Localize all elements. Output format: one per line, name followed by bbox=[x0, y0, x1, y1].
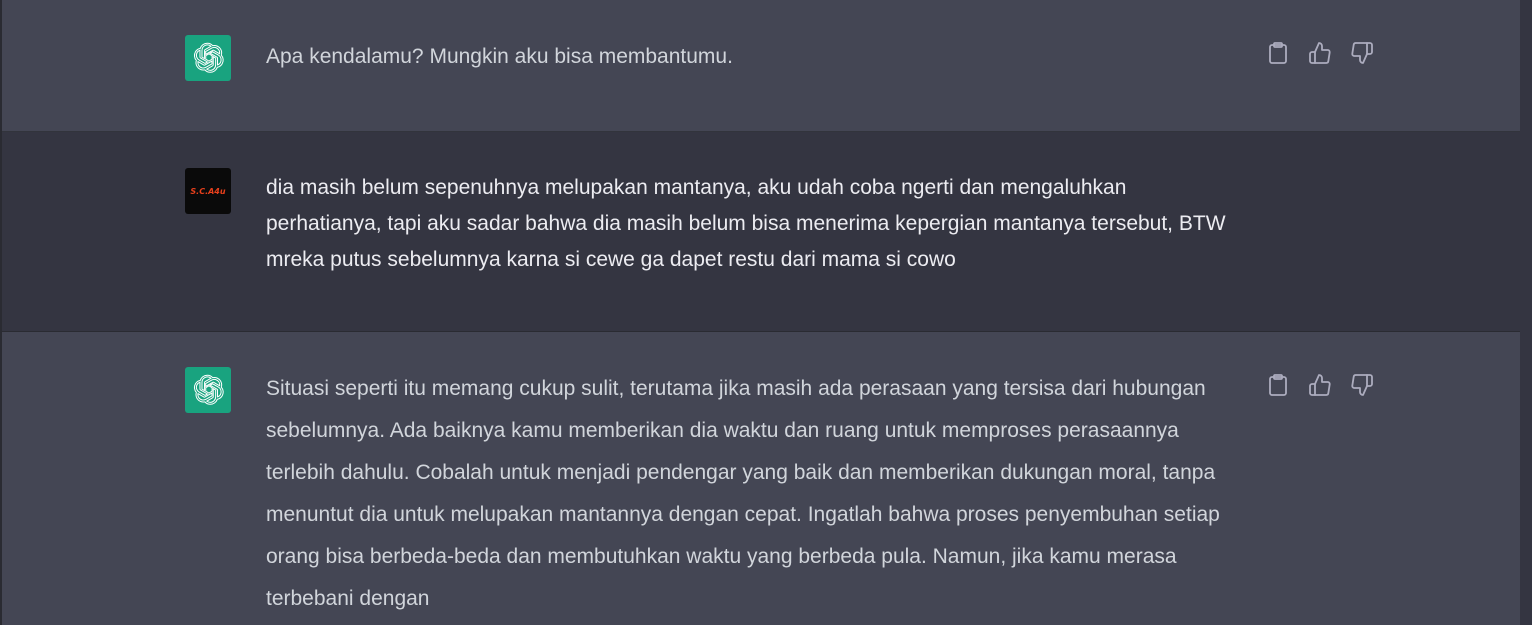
message-text: Apa kendalamu? Mungkin aku bisa membantu… bbox=[266, 45, 733, 68]
copy-button[interactable] bbox=[1264, 371, 1292, 399]
thumbs-down-icon bbox=[1351, 374, 1373, 396]
user-avatar: S.C.A4u bbox=[185, 168, 231, 214]
chat-page: Apa kendalamu? Mungkin aku bisa membantu… bbox=[0, 0, 1532, 625]
thumbs-up-icon bbox=[1309, 42, 1331, 64]
openai-logo-icon bbox=[193, 374, 224, 405]
assistant-avatar bbox=[185, 367, 231, 413]
assistant-message: Situasi seperti itu memang cukup sulit, … bbox=[2, 332, 1520, 625]
thumbs-down-button[interactable] bbox=[1348, 371, 1376, 399]
scrollbar[interactable] bbox=[1520, 0, 1532, 625]
thumbs-down-icon bbox=[1351, 42, 1373, 64]
message-actions bbox=[1264, 39, 1376, 67]
message-text: Situasi seperti itu memang cukup sulit, … bbox=[266, 377, 1220, 610]
thumbs-up-button[interactable] bbox=[1306, 39, 1334, 67]
user-message: S.C.A4u dia masih belum sepenuhnya melup… bbox=[2, 132, 1520, 332]
copy-button[interactable] bbox=[1264, 39, 1292, 67]
copy-icon bbox=[1269, 374, 1287, 396]
thumbs-up-button[interactable] bbox=[1306, 371, 1334, 399]
message-text: dia masih belum sepenuhnya melupakan man… bbox=[266, 176, 1226, 271]
openai-logo-icon bbox=[193, 42, 224, 73]
copy-icon bbox=[1269, 42, 1287, 64]
assistant-avatar bbox=[185, 35, 231, 81]
user-avatar-label: S.C.A4u bbox=[190, 186, 226, 196]
thumbs-down-button[interactable] bbox=[1348, 39, 1376, 67]
thumbs-up-icon bbox=[1309, 374, 1331, 396]
message-actions bbox=[1264, 371, 1376, 399]
assistant-message: Apa kendalamu? Mungkin aku bisa membantu… bbox=[2, 0, 1520, 132]
